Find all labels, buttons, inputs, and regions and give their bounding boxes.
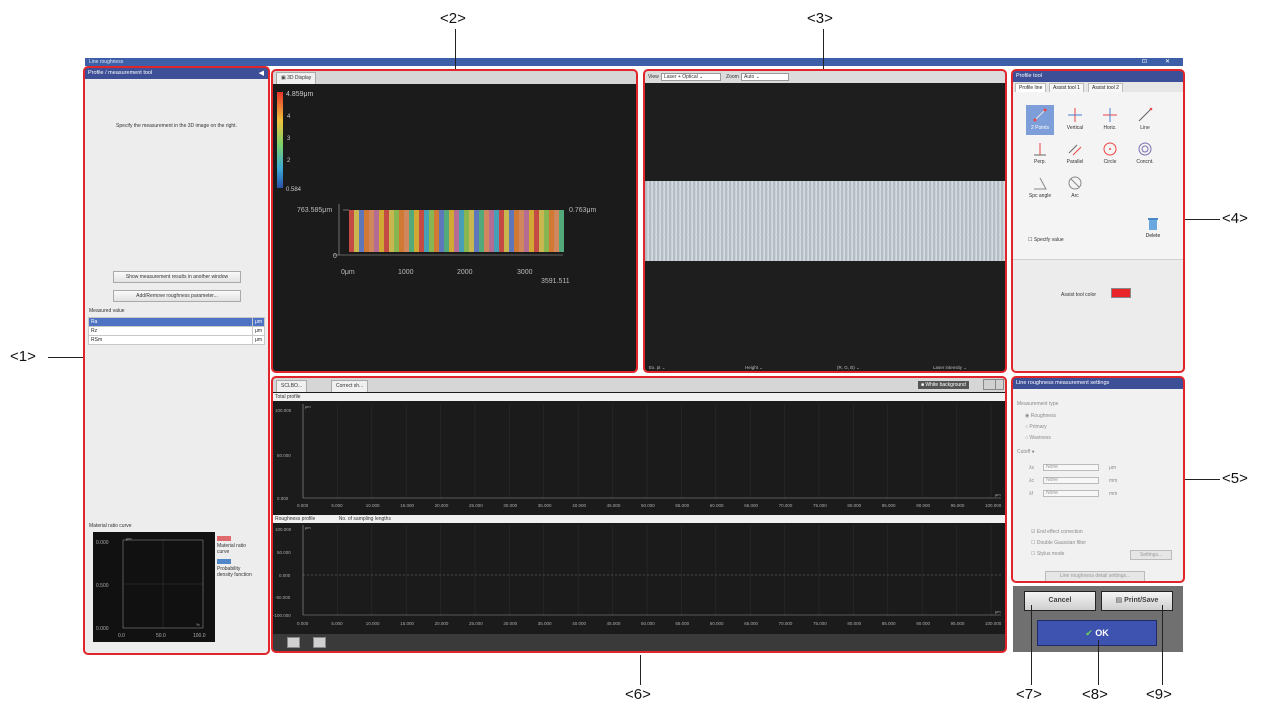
callout-4: <4> — [1222, 210, 1248, 227]
checkmark-icon: ✔ — [1085, 628, 1096, 638]
restore-icon[interactable]: ⊡ — [1142, 58, 1147, 65]
cancel-button[interactable]: Cancel — [1024, 591, 1096, 611]
leader-line-7 — [1031, 605, 1032, 685]
highlight-box-4 — [1011, 69, 1185, 373]
close-icon[interactable]: ✕ — [1165, 58, 1170, 65]
callout-1: <1> — [10, 348, 36, 365]
callout-5: <5> — [1222, 470, 1248, 487]
leader-line-6 — [640, 655, 641, 685]
highlight-box-2 — [271, 69, 638, 373]
callout-6: <6> — [625, 686, 651, 703]
leader-line-1 — [48, 357, 83, 358]
leader-line-8 — [1098, 640, 1099, 685]
leader-line-2 — [455, 29, 456, 69]
ok-button[interactable]: ✔ OK — [1037, 620, 1157, 646]
highlight-box-3 — [643, 69, 1007, 373]
highlight-box-6 — [271, 376, 1007, 653]
print-save-label: Print/Save — [1124, 597, 1159, 604]
window-titlebar: Line roughness ⊡ ✕ — [85, 58, 1183, 66]
window-title: Line roughness — [89, 59, 124, 65]
leader-line-3 — [823, 29, 824, 69]
callout-8: <8> — [1082, 686, 1108, 703]
callout-9: <9> — [1146, 686, 1172, 703]
callout-3: <3> — [807, 10, 833, 27]
leader-line-9 — [1162, 605, 1163, 685]
callout-2: <2> — [440, 10, 466, 27]
ok-label: OK — [1095, 628, 1109, 638]
highlight-box-1 — [83, 66, 270, 655]
callout-7: <7> — [1016, 686, 1042, 703]
highlight-box-5 — [1011, 376, 1185, 583]
leader-line-4 — [1185, 219, 1220, 220]
leader-line-5 — [1185, 479, 1220, 480]
printer-icon: ▤ — [1115, 597, 1125, 604]
